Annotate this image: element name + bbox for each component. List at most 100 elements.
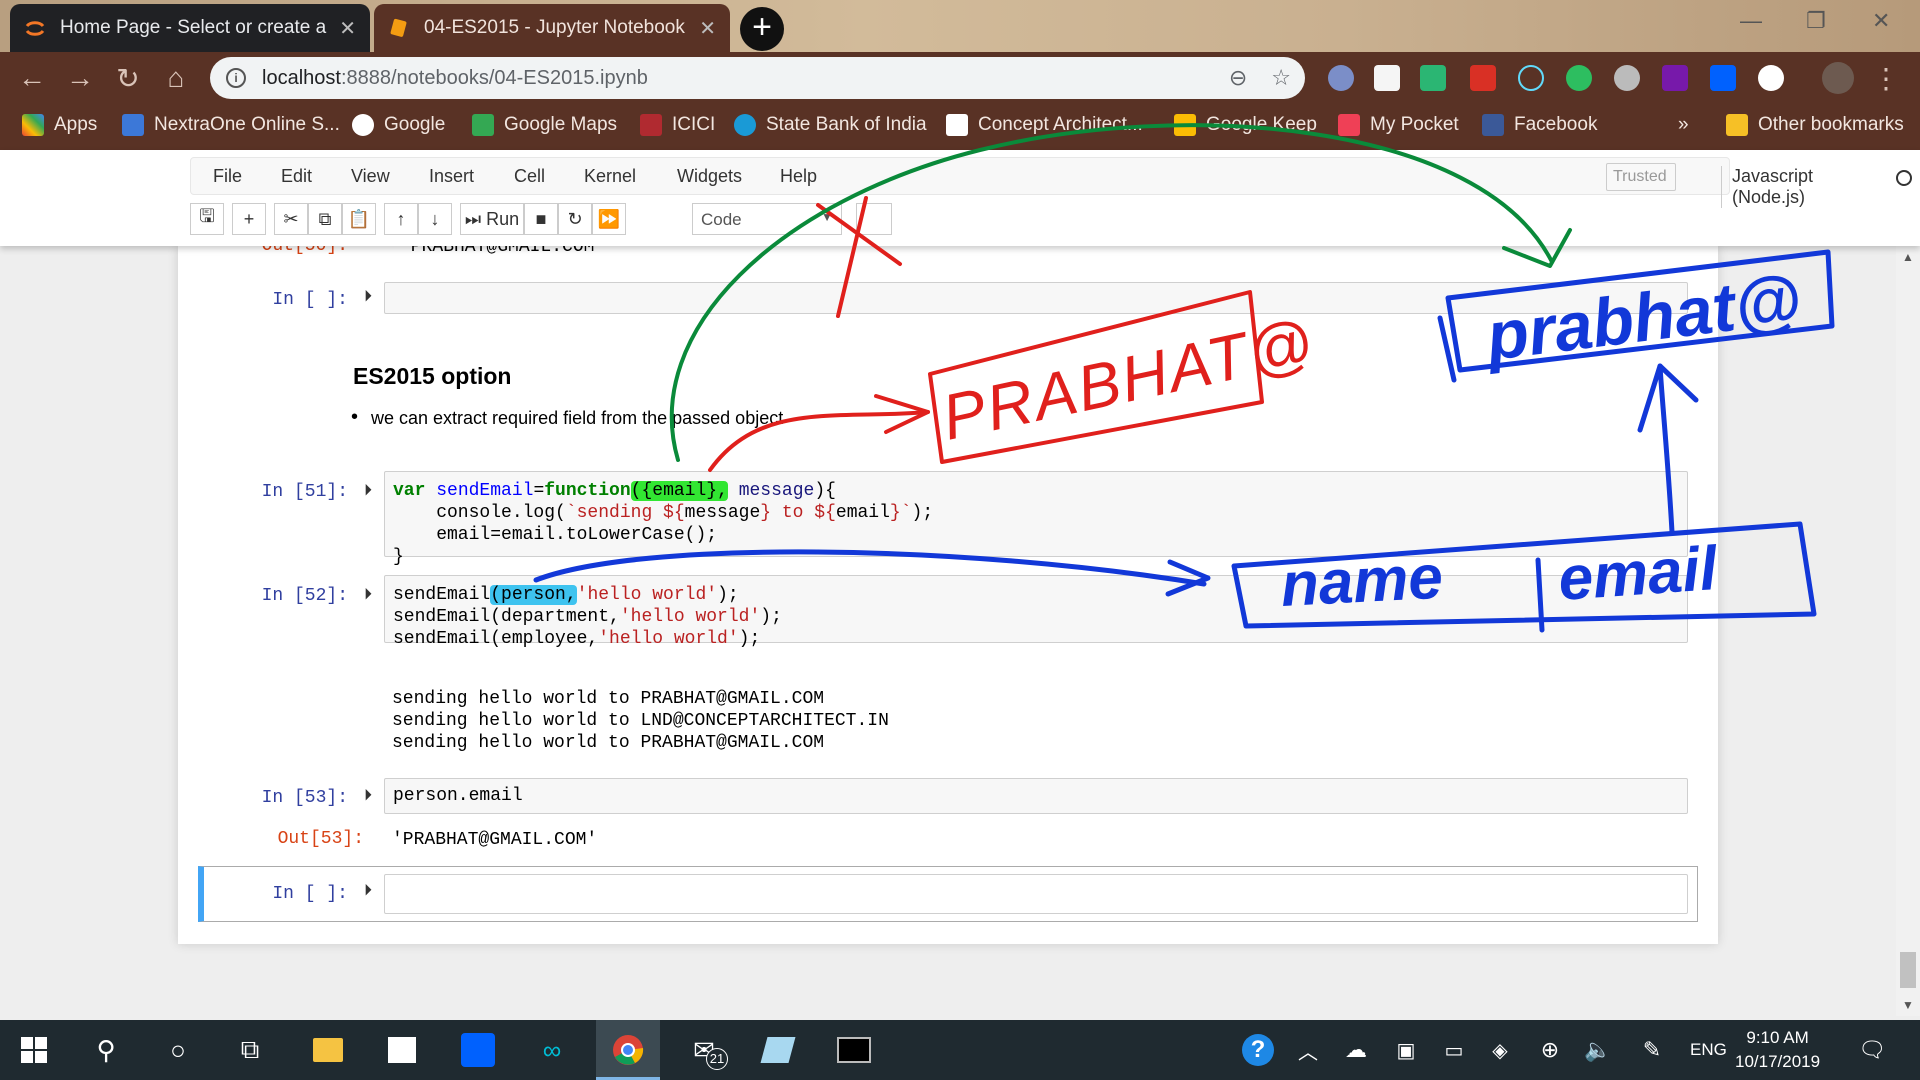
restore-icon[interactable]: ❐ bbox=[1806, 8, 1826, 34]
close-window-icon[interactable]: ✕ bbox=[1872, 8, 1890, 34]
interrupt-icon[interactable]: ■ bbox=[524, 203, 558, 235]
onedrive-icon[interactable]: ☁ bbox=[1338, 1032, 1374, 1068]
run-cell-icon[interactable]: ⏵ bbox=[364, 787, 372, 805]
bookmark-google-maps[interactable]: Google Maps bbox=[472, 114, 617, 136]
menu-edit[interactable]: Edit bbox=[281, 166, 312, 187]
extension-icon-10[interactable] bbox=[1758, 65, 1784, 91]
menu-widgets[interactable]: Widgets bbox=[677, 166, 742, 187]
cell-type-select[interactable]: Code ▼ bbox=[692, 203, 842, 235]
extension-icon-2[interactable] bbox=[1374, 65, 1400, 91]
info-icon[interactable]: i bbox=[226, 68, 246, 88]
volume-icon[interactable]: 🔈 bbox=[1580, 1032, 1616, 1068]
help-icon[interactable]: ? bbox=[1240, 1032, 1276, 1068]
keyboard-icon[interactable] bbox=[856, 203, 892, 235]
bookmark-nextraone[interactable]: NextraOne Online S... bbox=[122, 114, 340, 136]
back-icon[interactable]: ← bbox=[14, 62, 50, 94]
close-icon[interactable]: ✕ bbox=[339, 16, 356, 41]
file-explorer-icon[interactable] bbox=[310, 1032, 346, 1068]
bookmark-facebook[interactable]: Facebook bbox=[1482, 114, 1597, 136]
task-view-icon[interactable]: ⧉ bbox=[232, 1032, 268, 1068]
clock[interactable]: 9:10 AM 10/17/2019 bbox=[1735, 1026, 1820, 1074]
scroll-thumb[interactable] bbox=[1900, 952, 1916, 988]
home-icon[interactable]: ⌂ bbox=[158, 62, 194, 94]
minimize-icon[interactable]: — bbox=[1740, 8, 1762, 34]
tab-home-page[interactable]: Home Page - Select or create a n ✕ bbox=[10, 4, 370, 52]
menu-kernel[interactable]: Kernel bbox=[584, 166, 636, 187]
avatar[interactable] bbox=[1822, 62, 1854, 94]
menu-view[interactable]: View bbox=[351, 166, 390, 187]
bookmark-google-keep[interactable]: Google Keep bbox=[1174, 114, 1317, 136]
bookmark-sbi[interactable]: State Bank of India bbox=[734, 114, 927, 136]
run-cell-icon[interactable]: ⏵ bbox=[364, 482, 372, 500]
code-cell-input[interactable]: var sendEmail=function({email}, message)… bbox=[384, 471, 1688, 567]
dropbox-taskbar-icon[interactable] bbox=[460, 1032, 496, 1068]
extension-icon-1[interactable] bbox=[1328, 65, 1354, 91]
store-icon[interactable] bbox=[384, 1032, 420, 1068]
tab-jupyter-notebook[interactable]: 04-ES2015 - Jupyter Notebook ✕ bbox=[374, 4, 730, 52]
menu-help[interactable]: Help bbox=[780, 166, 817, 187]
save-icon[interactable]: 🖫 bbox=[190, 203, 224, 235]
code-cell-input[interactable]: sendEmail(person,'hello world'); sendEma… bbox=[384, 575, 1688, 649]
chrome-icon[interactable] bbox=[610, 1032, 646, 1068]
react-icon[interactable] bbox=[1518, 65, 1544, 91]
reload-icon[interactable]: ↻ bbox=[110, 62, 146, 95]
menu-icon[interactable]: ⋮ bbox=[1868, 62, 1904, 95]
menu-cell[interactable]: Cell bbox=[514, 166, 545, 187]
extension-icon-7[interactable] bbox=[1614, 65, 1640, 91]
cut-icon[interactable]: ✂ bbox=[274, 203, 308, 235]
star-icon[interactable]: ☆ bbox=[1271, 65, 1291, 91]
notifications-icon[interactable]: 🗨 bbox=[1854, 1032, 1890, 1068]
scroll-up-icon[interactable]: ▲ bbox=[1902, 250, 1914, 264]
notes-icon[interactable] bbox=[760, 1032, 796, 1068]
windows-start-icon[interactable] bbox=[16, 1032, 52, 1068]
bookmark-other[interactable]: Other bookmarks bbox=[1726, 114, 1904, 136]
gmail-extension-icon[interactable] bbox=[1470, 65, 1496, 91]
run-cell-icon[interactable]: ⏵ bbox=[364, 288, 372, 306]
close-icon[interactable]: ✕ bbox=[699, 16, 716, 41]
scroll-down-icon[interactable]: ▼ bbox=[1902, 998, 1914, 1012]
network-icon[interactable]: ⊕ bbox=[1532, 1032, 1568, 1068]
forward-icon[interactable]: → bbox=[62, 62, 98, 94]
language-indicator[interactable]: ENG bbox=[1690, 1040, 1727, 1060]
battery-icon[interactable]: ▭ bbox=[1436, 1032, 1472, 1068]
paste-icon[interactable]: 📋 bbox=[342, 203, 376, 235]
new-tab-button[interactable]: + bbox=[740, 7, 784, 51]
trusted-indicator[interactable]: Trusted bbox=[1606, 163, 1676, 191]
code-cell-input[interactable] bbox=[384, 874, 1688, 914]
code-cell-input[interactable] bbox=[384, 282, 1688, 314]
menu-file[interactable]: File bbox=[213, 166, 242, 187]
onenote-icon[interactable] bbox=[1662, 65, 1688, 91]
extension-icon-3[interactable] bbox=[1420, 65, 1446, 91]
tray-chevron-icon[interactable]: ︿ bbox=[1290, 1032, 1326, 1068]
bookmark-google[interactable]: Google bbox=[352, 114, 445, 136]
restart-run-all-icon[interactable]: ⏩ bbox=[592, 203, 626, 235]
bookmark-apps[interactable]: Apps bbox=[22, 114, 97, 136]
bookmark-my-pocket[interactable]: My Pocket bbox=[1338, 114, 1459, 136]
run-button[interactable]: ⏭ Run bbox=[460, 203, 524, 235]
bookmark-icici[interactable]: ICICI bbox=[640, 114, 715, 136]
dropbox-tray-icon[interactable]: ◈ bbox=[1482, 1032, 1518, 1068]
run-cell-icon[interactable]: ⏵ bbox=[364, 882, 372, 900]
arduino-icon[interactable]: ∞ bbox=[534, 1032, 570, 1068]
bookmark-concept-architect[interactable]: Concept Architect... bbox=[946, 114, 1143, 136]
address-bar[interactable]: i localhost:8888/notebooks/04-ES2015.ipy… bbox=[210, 57, 1305, 99]
restart-icon[interactable]: ↻ bbox=[558, 203, 592, 235]
zoom-icon[interactable]: ⊖ bbox=[1229, 65, 1247, 91]
evernote-icon[interactable] bbox=[1566, 65, 1592, 91]
copy-icon[interactable]: ⧉ bbox=[308, 203, 342, 235]
scrollbar[interactable]: ▲ ▼ bbox=[1896, 246, 1920, 1016]
menu-insert[interactable]: Insert bbox=[429, 166, 474, 187]
mail-icon[interactable]: ✉ 21 bbox=[686, 1032, 728, 1070]
cortana-icon[interactable]: ○ bbox=[160, 1032, 196, 1068]
bookmarks-overflow[interactable]: » bbox=[1678, 114, 1689, 136]
move-down-icon[interactable]: ↓ bbox=[418, 203, 452, 235]
tray-app-icon[interactable]: ▣ bbox=[1388, 1032, 1424, 1068]
pen-icon[interactable]: ✎ bbox=[1634, 1032, 1670, 1068]
move-up-icon[interactable]: ↑ bbox=[384, 203, 418, 235]
insert-cell-icon[interactable]: + bbox=[232, 203, 266, 235]
code-cell-input[interactable]: person.email bbox=[384, 778, 1688, 814]
run-cell-icon[interactable]: ⏵ bbox=[364, 586, 372, 604]
search-icon[interactable]: ⚲ bbox=[88, 1032, 124, 1068]
terminal-icon[interactable] bbox=[836, 1032, 872, 1068]
dropbox-icon[interactable] bbox=[1710, 65, 1736, 91]
